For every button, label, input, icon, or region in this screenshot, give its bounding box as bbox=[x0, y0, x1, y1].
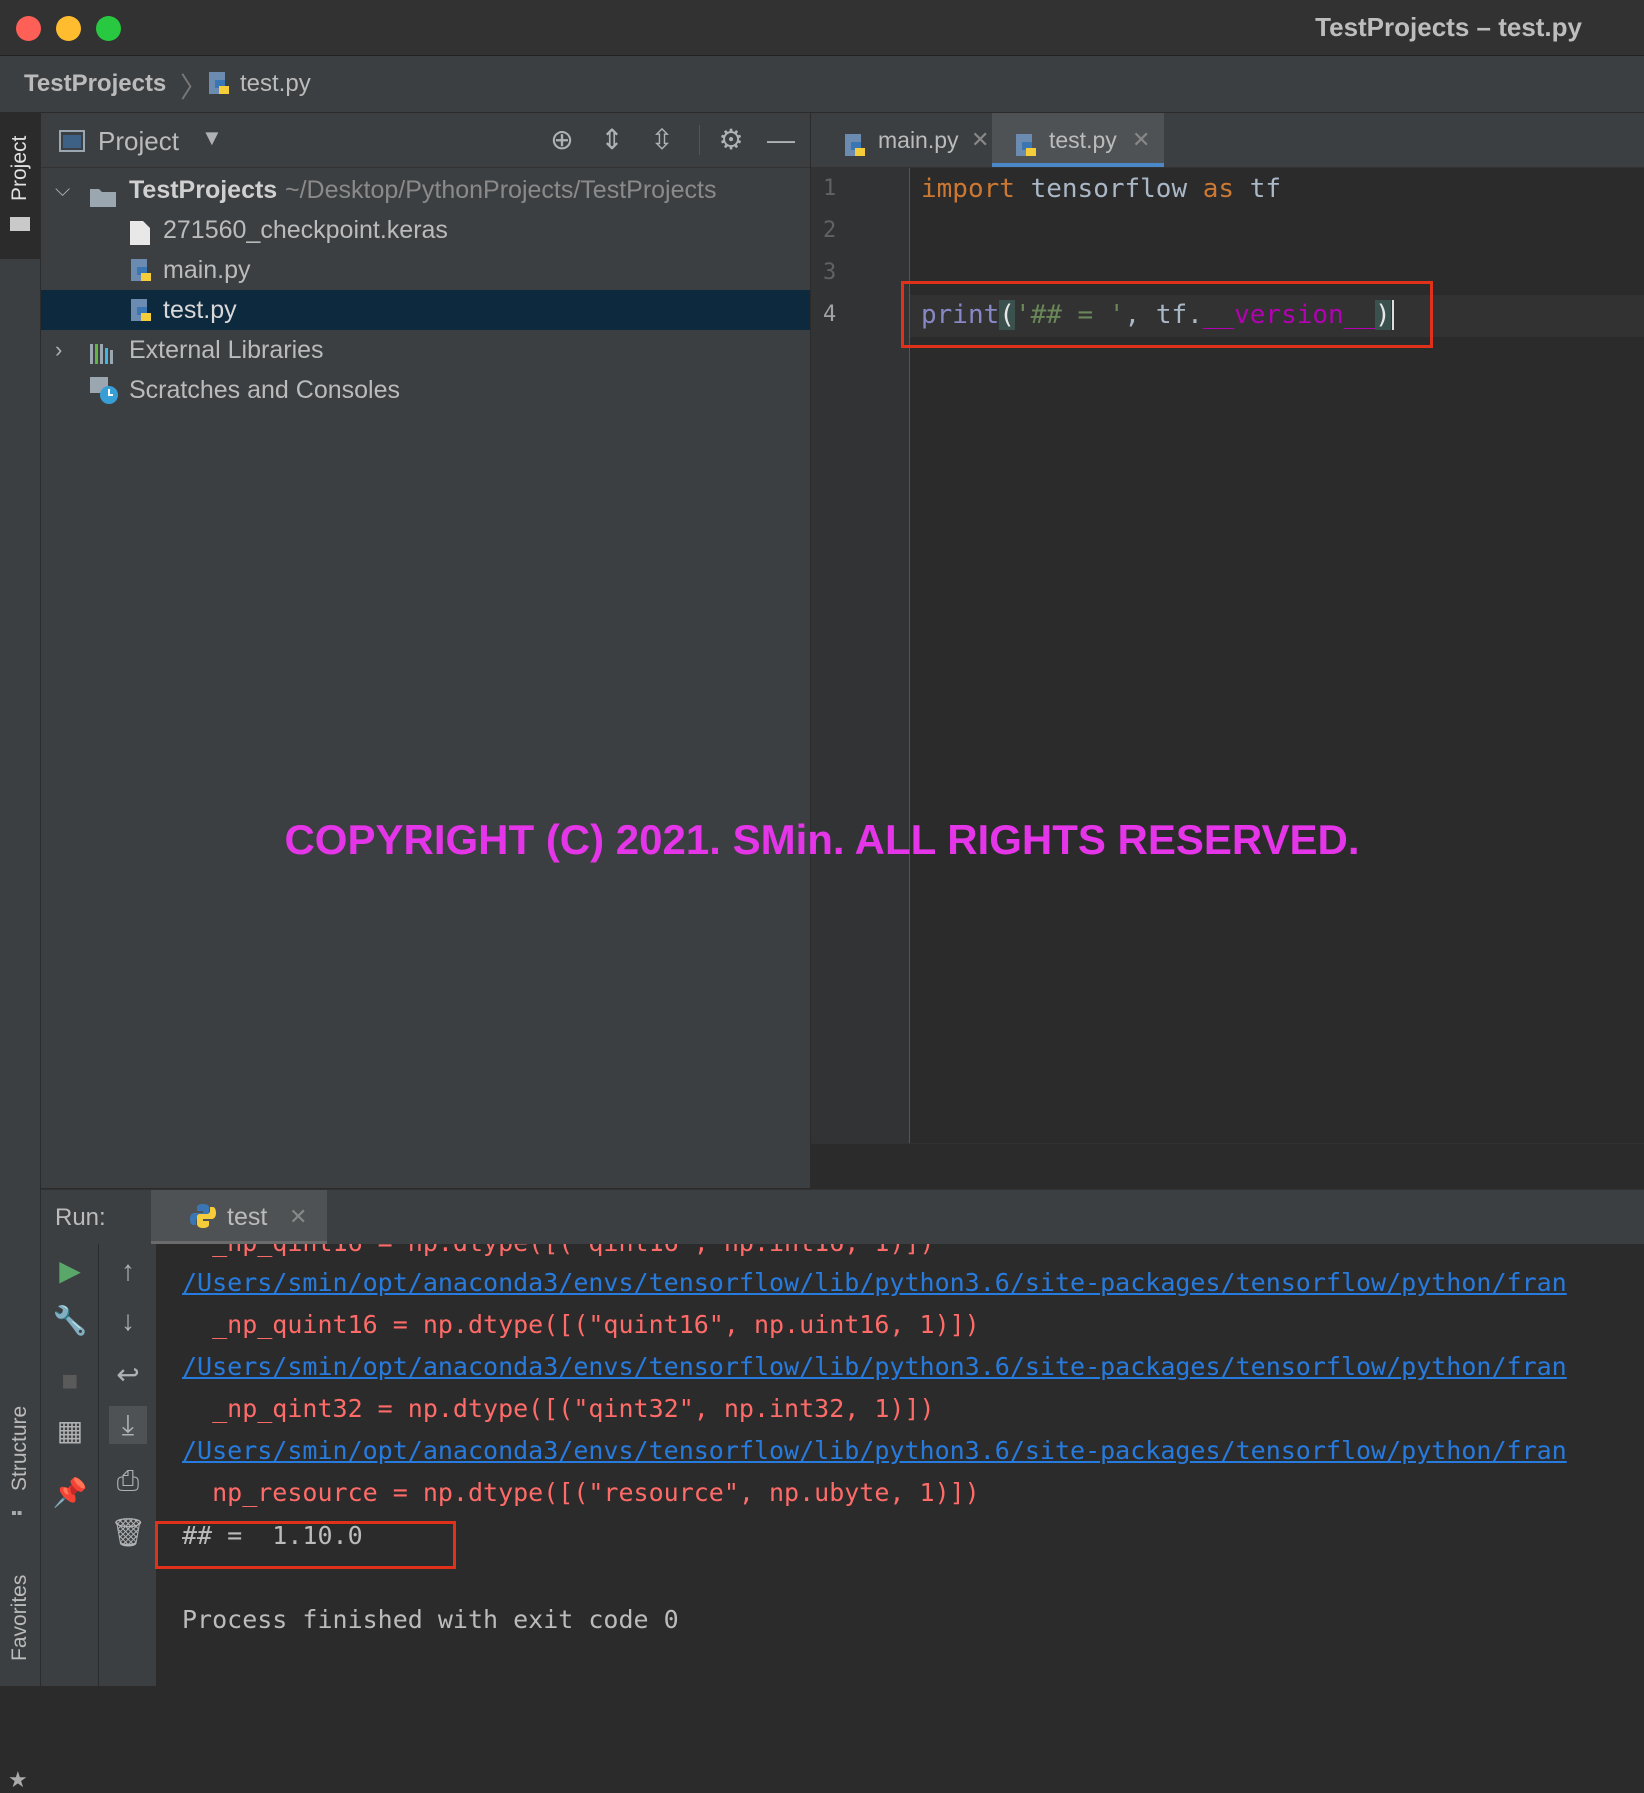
tab-label: main.py bbox=[878, 127, 959, 153]
minimize-window-button[interactable] bbox=[56, 16, 81, 41]
toolbar-divider bbox=[699, 125, 700, 155]
arrow-up-icon[interactable]: ↑ bbox=[109, 1252, 147, 1290]
tree-item-label: test.py bbox=[163, 296, 237, 324]
console-link[interactable]: /Users/smin/opt/anaconda3/envs/tensorflo… bbox=[182, 1436, 1567, 1465]
run-tab-label: test bbox=[227, 1203, 268, 1231]
locate-file-icon[interactable]: ⊕ bbox=[544, 123, 580, 157]
keyword-import: import bbox=[921, 174, 1015, 204]
print-icon[interactable]: ⎙ bbox=[109, 1462, 147, 1500]
line-number-current: 4 bbox=[823, 302, 837, 327]
folder-icon bbox=[10, 217, 30, 231]
title-bar: TestProjects – test.py bbox=[0, 0, 1644, 56]
run-console-output[interactable]: _np_qint16 = np.dtype([("qint16", np.int… bbox=[157, 1244, 1644, 1686]
console-link[interactable]: /Users/smin/opt/anaconda3/envs/tensorflo… bbox=[182, 1352, 1567, 1381]
close-window-button[interactable] bbox=[16, 16, 41, 41]
line-number: 3 bbox=[823, 260, 837, 285]
arrow-down-icon[interactable]: ↓ bbox=[109, 1302, 147, 1340]
console-link[interactable]: /Users/smin/opt/anaconda3/envs/tensorflo… bbox=[182, 1268, 1567, 1297]
favorites-tool-label[interactable]: Favorites bbox=[8, 1575, 32, 1661]
project-view-icon bbox=[59, 129, 85, 158]
project-view-selector[interactable]: Project bbox=[98, 126, 179, 157]
run-label: Run: bbox=[55, 1204, 106, 1231]
left-tool-window-strip: Project Structure ▪▪ Favorites ★ bbox=[0, 113, 41, 1792]
run-tab-test[interactable]: test ✕ bbox=[151, 1190, 327, 1244]
tree-item-external-libraries[interactable]: › External Libraries bbox=[41, 330, 810, 370]
collapse-all-icon[interactable]: ⇳ bbox=[644, 123, 680, 157]
console-line: _np_qint16 = np.dtype([("qint16", np.int… bbox=[182, 1244, 934, 1257]
close-icon[interactable]: ✕ bbox=[289, 1204, 307, 1230]
editor-empty-area bbox=[811, 1143, 1644, 1189]
zoom-window-button[interactable] bbox=[96, 16, 121, 41]
tree-item-label: main.py bbox=[163, 256, 251, 284]
line-number: 1 bbox=[823, 176, 837, 201]
line-number: 2 bbox=[823, 218, 837, 243]
pin-icon[interactable]: 📌 bbox=[51, 1474, 89, 1512]
code-line-1: import tensorflow as tf bbox=[921, 174, 1281, 204]
scratches-icon bbox=[89, 376, 121, 418]
console-line: _np_qint32 = np.dtype([("qint32", np.int… bbox=[182, 1394, 935, 1423]
highlight-box-code bbox=[901, 281, 1433, 348]
console-line: _np_quint16 = np.dtype([("quint16", np.u… bbox=[182, 1310, 980, 1339]
breadcrumb-project[interactable]: TestProjects bbox=[24, 70, 166, 98]
console-line: np_resource = np.dtype([("resource", np.… bbox=[182, 1478, 980, 1507]
tree-item-label: Scratches and Consoles bbox=[129, 376, 400, 404]
chevron-down-icon[interactable]: ⌵ bbox=[55, 170, 70, 210]
gear-icon[interactable]: ⚙ bbox=[713, 123, 749, 157]
navigation-bar: TestProjects 〉 test.py bbox=[0, 56, 1644, 113]
tree-item-label: 271560_checkpoint.keras bbox=[163, 216, 448, 244]
tree-item-label: TestProjects bbox=[129, 176, 278, 204]
wrench-icon[interactable]: 🔧 bbox=[51, 1302, 89, 1340]
project-panel-header: Project ▼ ⊕ ⇕ ⇳ ⚙ — bbox=[41, 113, 810, 168]
tree-item-scratches[interactable]: Scratches and Consoles bbox=[41, 370, 810, 410]
tree-item-file[interactable]: main.py bbox=[41, 250, 810, 290]
structure-icon: ▪▪ bbox=[11, 1505, 23, 1522]
scroll-to-end-icon[interactable]: ⤓ bbox=[109, 1406, 147, 1444]
tree-item-file-selected[interactable]: test.py bbox=[41, 290, 810, 330]
tree-item-file[interactable]: 271560_checkpoint.keras bbox=[41, 210, 810, 250]
rerun-icon[interactable]: ▶ bbox=[51, 1252, 89, 1290]
window-title: TestProjects – test.py bbox=[1315, 12, 1582, 42]
tree-item-root[interactable]: ⌵ TestProjects ~/Desktop/PythonProjects/… bbox=[41, 170, 810, 210]
tab-main-py[interactable]: main.py ✕ bbox=[821, 113, 991, 167]
hide-panel-icon[interactable]: — bbox=[763, 123, 799, 157]
run-panel-header: Run: test ✕ bbox=[41, 1189, 1644, 1245]
project-panel: Project ▼ ⊕ ⇕ ⇳ ⚙ — ⌵ TestProjects ~/Des… bbox=[41, 113, 811, 1188]
chevron-right-icon[interactable]: › bbox=[55, 330, 62, 370]
project-tool-label[interactable]: Project bbox=[8, 136, 32, 201]
line-number-gutter: 1 2 3 4 bbox=[811, 168, 910, 1143]
chevron-down-icon[interactable]: ▼ bbox=[201, 125, 223, 151]
keyword-as: as bbox=[1202, 174, 1235, 204]
highlight-box-output bbox=[155, 1521, 456, 1569]
tree-item-path: ~/Desktop/PythonProjects/TestProjects bbox=[285, 176, 717, 204]
soft-wrap-icon[interactable]: ↩ bbox=[109, 1356, 147, 1394]
run-toolbar-secondary: ↑ ↓ ↩ ⤓ ⎙ 🗑 bbox=[99, 1244, 157, 1686]
expand-all-icon[interactable]: ⇕ bbox=[594, 123, 630, 157]
star-icon: ★ bbox=[8, 1767, 28, 1792]
close-icon[interactable]: ✕ bbox=[1132, 113, 1150, 167]
trash-icon[interactable]: 🗑 bbox=[109, 1514, 147, 1552]
python-icon bbox=[189, 1202, 217, 1235]
tab-test-py[interactable]: test.py ✕ bbox=[992, 113, 1164, 167]
copyright-watermark: COPYRIGHT (C) 2021. SMin. ALL RIGHTS RES… bbox=[284, 816, 1360, 863]
close-icon[interactable]: ✕ bbox=[971, 113, 989, 167]
breadcrumb-separator: 〉 bbox=[180, 72, 209, 103]
layout-icon[interactable]: ▦ bbox=[51, 1412, 89, 1450]
tab-label: test.py bbox=[1049, 127, 1117, 153]
breadcrumb-file[interactable]: test.py bbox=[240, 70, 311, 98]
console-exit-message: Process finished with exit code 0 bbox=[182, 1605, 679, 1634]
editor-tab-bar: main.py ✕ test.py ✕ bbox=[811, 113, 1644, 168]
python-file-icon bbox=[207, 70, 233, 103]
run-toolbar-primary: ▶ 🔧 ■ ▦ 📌 bbox=[41, 1244, 99, 1686]
module-name: tensorflow bbox=[1014, 174, 1203, 204]
stop-icon[interactable]: ■ bbox=[51, 1362, 89, 1400]
tree-item-label: External Libraries bbox=[129, 336, 324, 364]
alias-name: tf bbox=[1234, 174, 1282, 204]
structure-tool-label[interactable]: Structure bbox=[8, 1406, 32, 1491]
